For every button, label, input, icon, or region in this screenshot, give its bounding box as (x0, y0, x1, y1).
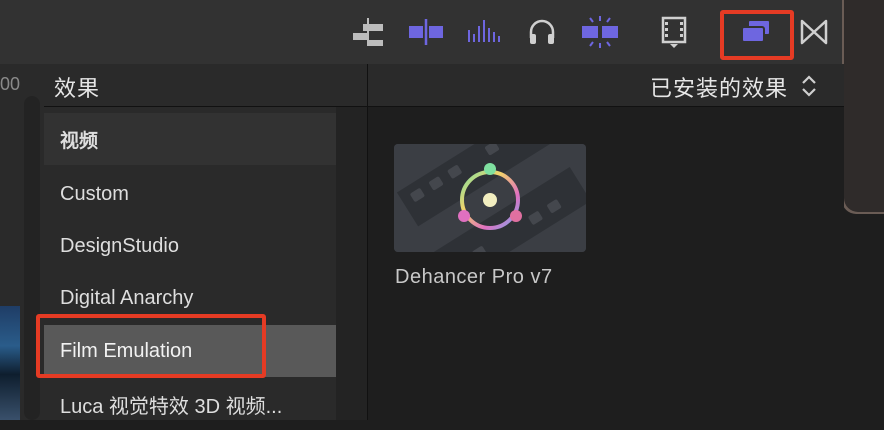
category-item[interactable]: Custom (44, 168, 336, 220)
waveform-icon[interactable] (464, 12, 504, 52)
panel-title: 效果 (54, 71, 100, 103)
sidebar-scrollbar[interactable] (336, 107, 367, 420)
window-edge (844, 0, 884, 212)
trim-icon[interactable] (406, 12, 446, 52)
skimming-icon[interactable] (580, 12, 620, 52)
effect-thumbnail[interactable] (394, 144, 586, 252)
category-header-video[interactable]: 视频 (44, 113, 336, 165)
highlight-effects-button (720, 10, 794, 60)
highlight-film-emulation (36, 314, 266, 378)
effects-filter-popup[interactable]: 已安装的效果 (650, 71, 788, 103)
clip-thumbnail (0, 306, 20, 420)
effect-name: Dehancer Pro v7 (395, 266, 553, 289)
clip-connect-icon[interactable] (348, 12, 388, 52)
category-item[interactable]: DesignStudio (44, 220, 336, 272)
updown-chevron-icon[interactable] (798, 73, 820, 99)
transitions-icon[interactable] (794, 12, 834, 52)
timecode-fragment: 00 (0, 74, 20, 95)
window-edge-lower (844, 214, 884, 420)
film-browser-icon[interactable] (654, 12, 694, 52)
category-item[interactable]: Luca 视觉特效 3D 视频... (44, 378, 336, 430)
headphones-icon[interactable] (522, 12, 562, 52)
